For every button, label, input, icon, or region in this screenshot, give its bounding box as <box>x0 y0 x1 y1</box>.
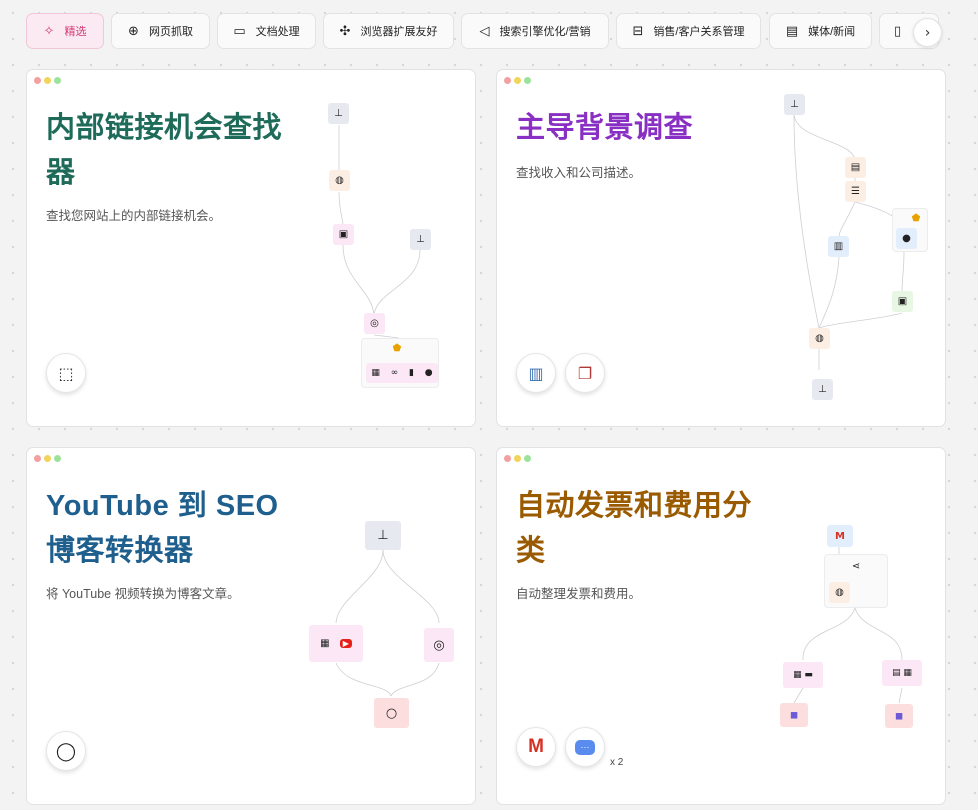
tab-sales-crm[interactable]: ⊟ 销售/客户关系管理 <box>616 13 761 49</box>
shield-icon: ⬟ <box>911 212 921 224</box>
document-icon: ▭ <box>233 23 246 39</box>
chip-icon: ▦ <box>371 368 380 378</box>
template-card-lead-research[interactable]: 主导背景调查 查找收入和公司描述。 ⊥ ▤ ☰ ⬟ ● ▥ ▣ ◍ ⊥ ▥ ❐ <box>496 69 946 427</box>
app-icon-chat: ··· <box>565 727 605 767</box>
puzzle-icon: ✣ <box>339 23 351 39</box>
agent-group: ⬟ ● <box>892 208 928 252</box>
webhook-node-icon: ⊥ <box>365 521 401 550</box>
openai-node-icon: ◎ <box>424 628 454 662</box>
app-icon-building: ▥ <box>516 353 556 393</box>
sheet-node-icon: ◍ <box>329 170 350 191</box>
card-title: 内部链接机会查找器 <box>46 112 283 189</box>
card-description: 自动整理发票和费用。 <box>516 587 642 601</box>
tab-label: 浏览器扩展友好 <box>360 26 438 38</box>
tab-label: 媒体/新闻 <box>808 26 856 38</box>
router-group: ⋖ ◍ <box>824 554 888 608</box>
template-card-youtube-seo[interactable]: YouTube 到 SEO 博客转换器 将 YouTube 视频转换为博客文章。… <box>26 447 476 805</box>
app-icon-browser-cursor: ⬚ <box>46 353 86 393</box>
template-card-internal-links[interactable]: 内部链接机会查找器 查找您网站上的内部链接机会。 ⊥ ◍ ▣ ⊥ ◎ ⬟ ▦ ∞ ▮… <box>26 69 476 427</box>
tab-label: 销售/客户关系管理 <box>653 26 745 38</box>
card-description: 查找您网站上的内部链接机会。 <box>46 209 222 223</box>
card-title: 主导背景调查 <box>516 112 694 144</box>
sparkle-icon: ✧ <box>43 23 55 39</box>
browser-node-icon: ▣ <box>333 224 354 245</box>
tab-seo-marketing[interactable]: ◁ 搜索引擎优化/营销 <box>461 13 609 49</box>
youtube-icon: ▶ <box>339 639 352 648</box>
tool-row: ▦ ∞ ▮ ● <box>366 363 438 383</box>
file-icon: ▮ <box>408 368 414 378</box>
agent-group: ⬟ ▦ ∞ ▮ ● <box>361 338 439 388</box>
camera-node-icon: ▣ <box>892 291 913 312</box>
openai-icon: ◯ <box>55 740 77 762</box>
gmail-icon: M <box>528 736 544 757</box>
building-icon: ▥ <box>528 363 544 383</box>
globe-icon: ⊕ <box>128 23 139 39</box>
tab-label: 文档处理 <box>255 26 300 38</box>
app-icon-book: ❐ <box>565 353 605 393</box>
chat-node-icon: ◼ <box>780 703 808 727</box>
sun-icon: ● <box>896 228 917 249</box>
shield-icon: ⬟ <box>392 342 402 354</box>
sheet-node-icon: ◍ <box>809 328 830 349</box>
split-icon: ⋖ <box>851 560 861 572</box>
chat-node-icon: ◼ <box>885 704 913 728</box>
scroll-right-button[interactable]: › <box>913 18 942 47</box>
tab-document-processing[interactable]: ▭ 文档处理 <box>217 13 316 49</box>
tab-featured[interactable]: ✧ 精选 <box>26 13 104 49</box>
window-dots <box>34 455 61 462</box>
category-tab-bar: ✧ 精选 ⊕ 网页抓取 ▭ 文档处理 ✣ 浏览器扩展友好 ◁ 搜索引擎优化/营销… <box>26 13 978 51</box>
webhook-node-icon: ⊥ <box>410 229 431 250</box>
tab-browser-extension[interactable]: ✣ 浏览器扩展友好 <box>323 13 454 49</box>
sun-icon: ● <box>424 368 433 378</box>
tab-label: 搜索引擎优化/营销 <box>499 26 591 38</box>
chevron-right-icon: › <box>924 24 931 41</box>
output-node-icon: ○ <box>374 698 409 728</box>
card-title: YouTube 到 SEO 博客转换器 <box>46 490 279 567</box>
card-description: 将 YouTube 视频转换为博客文章。 <box>46 587 240 601</box>
browser-cursor-icon: ⬚ <box>58 363 74 383</box>
book-icon: ❐ <box>577 363 593 383</box>
agent-node-icon: ▦ ▬ <box>783 662 823 688</box>
megaphone-icon: ◁ <box>479 23 490 39</box>
template-card-invoice-categorization[interactable]: 自动发票和费用分类 自动整理发票和费用。 M ⋖ ◍ ▦ ▬ ▤ ▦ ◼ ◼ M… <box>496 447 946 805</box>
chat-bubble-icon: ··· <box>575 739 595 755</box>
bin-icon: ▯ <box>894 23 902 39</box>
link-icon: ∞ <box>390 368 399 378</box>
document-node-icon: ▤ <box>845 157 866 178</box>
list-node-icon: ☰ <box>845 181 866 202</box>
user-node-icon: ⊥ <box>812 379 833 400</box>
newspaper-icon: ▤ <box>785 23 799 39</box>
window-dots <box>504 455 531 462</box>
building-node-icon: ▥ <box>828 236 849 257</box>
extra-apps-count: x 2 <box>610 757 624 768</box>
tab-media-news[interactable]: ▤ 媒体/新闻 <box>769 13 872 49</box>
gmail-node-icon: M <box>827 525 853 547</box>
sheet-node-icon: ◍ <box>829 582 850 603</box>
app-icon-openai: ◯ <box>46 731 86 771</box>
webhook-node-icon: ⊥ <box>784 94 805 115</box>
tab-label: 网页抓取 <box>148 26 193 38</box>
window-dots <box>504 77 531 84</box>
tab-label: 精选 <box>64 26 87 38</box>
tab-web-scraping[interactable]: ⊕ 网页抓取 <box>111 13 210 49</box>
window-dots <box>34 77 61 84</box>
agent-node-icon: ▤ ▦ <box>882 660 922 686</box>
card-title: 自动发票和费用分类 <box>516 490 753 567</box>
briefcase-icon: ⊟ <box>632 23 644 39</box>
card-description: 查找收入和公司描述。 <box>516 166 642 180</box>
webhook-node-icon: ⊥ <box>328 103 349 124</box>
chip-icon: ▦ <box>320 638 330 649</box>
openai-node-icon: ◎ <box>364 313 385 334</box>
agent-node: ▦ ▶ <box>309 625 363 662</box>
app-icon-gmail: M <box>516 727 556 767</box>
